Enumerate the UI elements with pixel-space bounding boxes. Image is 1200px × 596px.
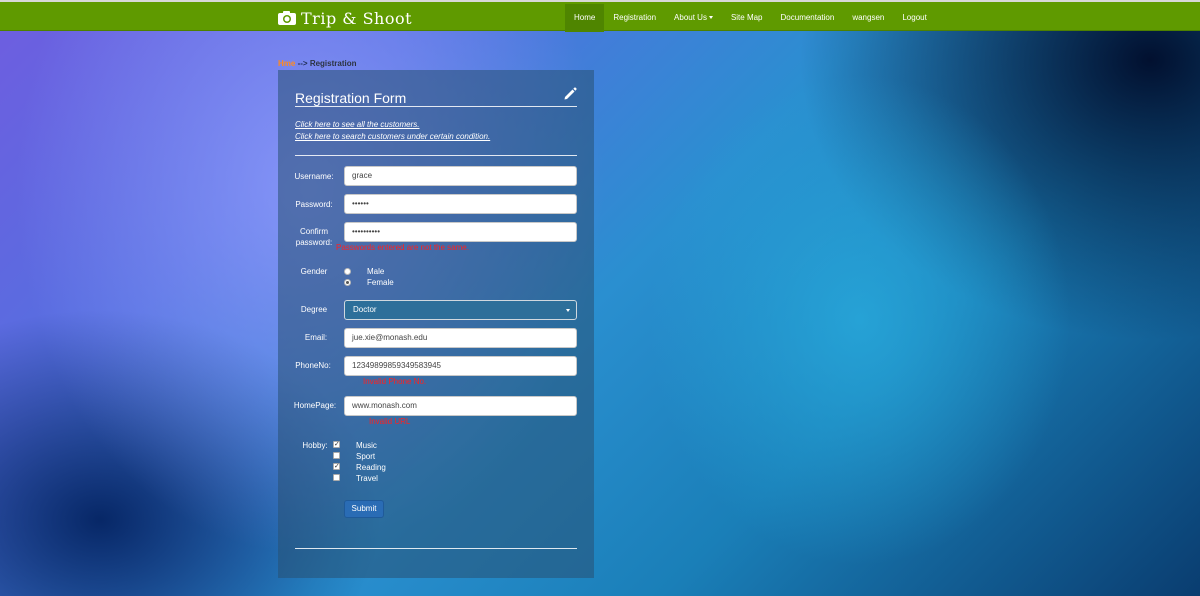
phone-error: Invalid Phone No. (363, 377, 427, 386)
all-customers-link[interactable]: Click here to see all the customers. (295, 120, 420, 129)
hobby-sport-label: Sport (356, 452, 376, 461)
degree-selected-value: Doctor (353, 305, 377, 314)
confirm-label-line1: Confirm (299, 227, 328, 236)
degree-select[interactable]: Doctor (344, 300, 577, 320)
brand-name: Trip & Shoot (301, 8, 413, 28)
bottom-divider (295, 548, 577, 549)
hobby-music-checkbox[interactable]: ✓ (333, 441, 340, 448)
confirm-password-input[interactable]: •••••••••• (344, 222, 577, 242)
breadcrumb-current: Registration (309, 59, 357, 68)
gender-female-radio[interactable] (344, 279, 351, 286)
homepage-error: Invalid URL (369, 417, 411, 426)
phone-input[interactable]: 12349899859349583945 (344, 356, 577, 376)
email-input[interactable]: jue.xie@monash.edu (344, 328, 577, 348)
caret-down-icon (708, 16, 713, 20)
form-title: Registration Form (295, 90, 407, 106)
hobby-travel-label: Travel (356, 474, 378, 483)
nav-home[interactable]: Home (565, 4, 605, 32)
registration-panel: Registration Form Click here to see all … (278, 70, 594, 578)
breadcrumb-arrow: --> (297, 59, 308, 68)
search-customers-link[interactable]: Click here to search customers under cer… (295, 132, 490, 141)
hobby-sport-checkbox[interactable] (333, 452, 340, 459)
hobby-reading-label: Reading (356, 463, 386, 472)
nav-about-us-label: About Us (674, 13, 707, 22)
gender-male-label: Male (367, 267, 385, 276)
gender-label: Gender (300, 267, 328, 276)
camera-icon (278, 11, 296, 25)
password-input[interactable]: •••••• (344, 194, 577, 214)
hobby-travel-checkbox[interactable] (333, 474, 340, 481)
nav-menu: Home Registration About Us Site Map Docu… (565, 4, 936, 32)
links-divider (295, 155, 577, 156)
nav-documentation[interactable]: Documentation (772, 4, 844, 32)
top-navbar: Trip & Shoot Home Registration About Us … (0, 0, 1200, 32)
degree-label: Degree (300, 305, 328, 314)
nav-about-us[interactable]: About Us (665, 4, 722, 32)
username-input[interactable]: grace (344, 166, 577, 186)
hobby-music-label: Music (356, 441, 377, 450)
nav-logout[interactable]: Logout (893, 4, 935, 32)
homepage-input[interactable]: www.monash.com (344, 396, 577, 416)
title-divider (295, 106, 577, 107)
nav-user[interactable]: wangsen (843, 4, 893, 32)
select-arrow-icon (566, 309, 570, 312)
phone-label: PhoneNo: (295, 361, 331, 370)
breadcrumb-home-link[interactable]: Hme (278, 59, 295, 68)
brand-logo[interactable]: Trip & Shoot (277, 7, 412, 29)
email-label: Email: (304, 333, 328, 342)
nav-registration[interactable]: Registration (604, 4, 665, 32)
breadcrumb: Hme --> Registration (278, 59, 356, 68)
submit-button[interactable]: Submit (344, 500, 384, 518)
password-label: Password: (295, 200, 333, 209)
gender-male-radio[interactable] (344, 268, 351, 275)
pencil-icon (564, 87, 577, 100)
confirm-label-line2: password: (295, 238, 333, 247)
hobby-reading-checkbox[interactable]: ✓ (333, 463, 340, 470)
hobby-label: Hobby: (302, 441, 328, 450)
confirm-password-error: Passwords entered are not the same. (336, 243, 469, 252)
confirm-password-label: Confirm password: (292, 226, 336, 248)
username-label: Username: (294, 172, 334, 181)
gender-female-label: Female (367, 278, 394, 287)
nav-site-map[interactable]: Site Map (722, 4, 772, 32)
homepage-label: HomePage: (293, 401, 337, 410)
